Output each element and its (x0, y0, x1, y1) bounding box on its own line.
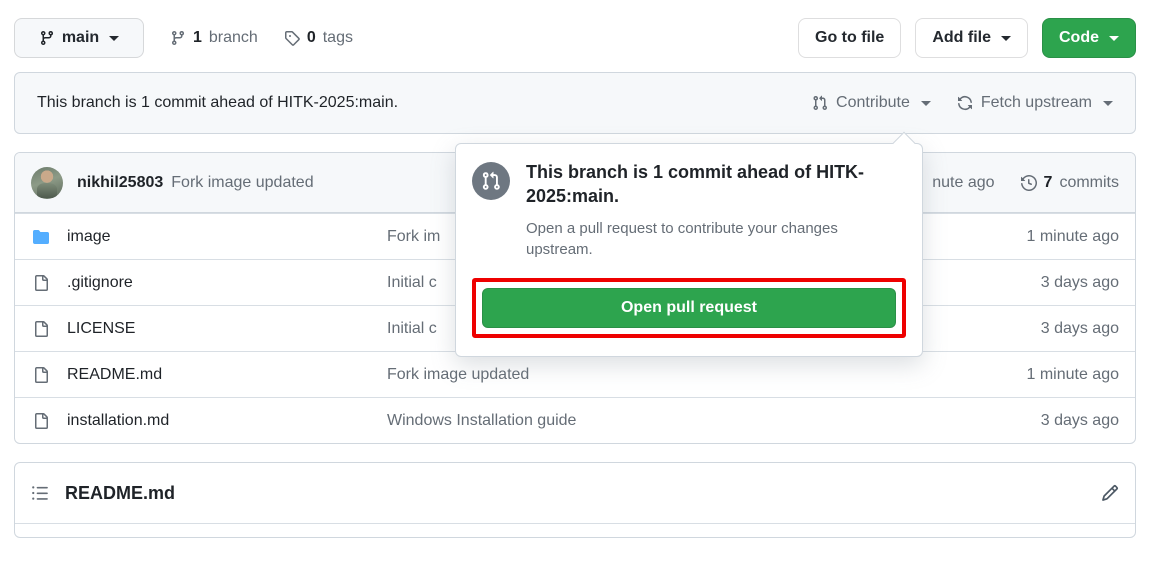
popup-top: This branch is 1 commit ahead of HITK-20… (472, 160, 906, 260)
popup-subtext: Open a pull request to contribute your c… (526, 219, 838, 258)
git-pull-request-icon (472, 162, 510, 200)
chevron-down-icon (920, 100, 931, 106)
list-unordered-icon[interactable] (31, 484, 49, 502)
file-icon (31, 320, 51, 337)
branch-status-actions: Contribute Fetch upstream (812, 94, 1113, 112)
commit-message[interactable]: Fork image updated (171, 174, 313, 192)
contribute-button[interactable]: Contribute (812, 94, 931, 112)
folder-icon (31, 229, 51, 245)
file-commit-message[interactable]: Fork image updated (387, 366, 1026, 384)
table-row[interactable]: README.md Fork image updated 1 minute ag… (15, 351, 1135, 397)
popup-text-block: This branch is 1 commit ahead of HITK-20… (526, 160, 906, 260)
commits-link[interactable]: 7 commits (1020, 173, 1119, 192)
file-name[interactable]: .gitignore (67, 274, 387, 292)
commits-label: commits (1059, 173, 1119, 191)
sync-icon (957, 95, 973, 111)
git-pull-request-icon (812, 95, 828, 111)
go-to-file-button[interactable]: Go to file (798, 18, 902, 58)
readme-title: README.md (65, 482, 176, 503)
highlight-box: Open pull request (472, 277, 906, 338)
file-icon (31, 412, 51, 429)
chevron-down-icon (1103, 100, 1113, 106)
chevron-down-icon (109, 35, 120, 41)
commit-author[interactable]: nikhil25803 (77, 174, 163, 192)
fetch-upstream-label: Fetch upstream (980, 94, 1092, 111)
code-label: Code (1059, 29, 1099, 46)
file-time: 1 minute ago (1026, 227, 1119, 245)
branch-selector-button[interactable]: main (14, 18, 144, 58)
pencil-icon[interactable] (1101, 484, 1119, 502)
add-file-button[interactable]: Add file (915, 18, 1028, 58)
file-icon (31, 274, 51, 291)
file-commit-message[interactable]: Windows Installation guide (387, 412, 1041, 430)
popup-arrow (892, 131, 916, 155)
file-icon (31, 366, 51, 383)
file-time: 3 days ago (1040, 411, 1119, 429)
open-pull-request-button[interactable]: Open pull request (482, 287, 896, 328)
fetch-upstream-button[interactable]: Fetch upstream (957, 94, 1113, 112)
branch-status-text: This branch is 1 commit ahead of HITK-20… (37, 94, 399, 111)
branches-count: 1 (193, 29, 202, 46)
repository-page: main 1 branch 0 tags Go to file Add file… (0, 0, 1150, 552)
tags-count: 0 (306, 29, 316, 46)
contribute-popup: This branch is 1 commit ahead of HITK-20… (455, 131, 923, 357)
avatar[interactable] (31, 166, 63, 199)
contribute-label: Contribute (836, 94, 910, 111)
file-name[interactable]: LICENSE (67, 320, 387, 338)
readme-header: README.md (15, 463, 1135, 523)
table-row[interactable]: installation.md Windows Installation gui… (15, 397, 1135, 443)
readme-panel: README.md (14, 462, 1136, 538)
go-to-file-label: Go to file (815, 29, 885, 46)
chevron-down-icon (1001, 35, 1011, 41)
tag-icon (284, 30, 300, 46)
commit-header-right: nute ago 7 commits (932, 174, 1119, 192)
chevron-down-icon (1109, 35, 1119, 41)
code-button[interactable]: Code (1042, 18, 1136, 58)
file-time: 1 minute ago (1026, 365, 1119, 383)
commits-count: 7 (1043, 173, 1053, 191)
tags-link[interactable]: 0 tags (284, 29, 353, 47)
commit-time: nute ago (932, 173, 995, 191)
add-file-label: Add file (932, 29, 991, 46)
readme-content (15, 523, 1135, 537)
history-icon (1020, 174, 1037, 191)
file-name[interactable]: README.md (67, 366, 387, 384)
file-name[interactable]: image (67, 228, 387, 246)
popup-heading: This branch is 1 commit ahead of HITK-20… (526, 162, 865, 207)
file-time: 3 days ago (1040, 273, 1119, 291)
branch-icon (39, 30, 55, 46)
file-name[interactable]: installation.md (67, 412, 387, 430)
branch-status-bar: This branch is 1 commit ahead of HITK-20… (14, 72, 1136, 134)
branches-label: branch (208, 29, 258, 46)
branch-icon (170, 30, 186, 46)
branch-selector-label: main (61, 29, 100, 46)
file-time: 3 days ago (1040, 319, 1119, 337)
tags-label: tags (322, 29, 353, 46)
branches-link[interactable]: 1 branch (170, 29, 258, 47)
repo-toolbar: main 1 branch 0 tags Go to file Add file… (14, 14, 1136, 62)
